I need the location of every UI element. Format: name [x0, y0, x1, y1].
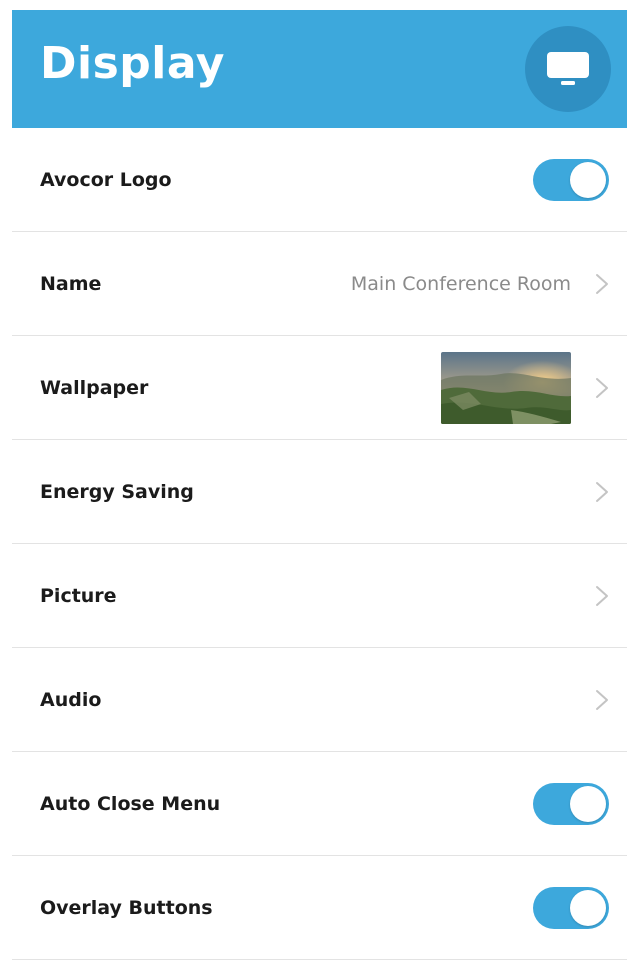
chevron-right-icon [596, 689, 608, 710]
chevron-right-icon [596, 377, 608, 398]
setting-row-avocor-logo[interactable]: Avocor Logo [12, 128, 627, 232]
setting-label: Energy Saving [40, 480, 194, 503]
overlay-buttons-toggle[interactable] [533, 886, 609, 929]
page-title: Display [40, 38, 225, 89]
setting-label: Avocor Logo [40, 168, 172, 191]
auto-close-menu-toggle[interactable] [533, 782, 609, 825]
setting-row-energy-saving[interactable]: Energy Saving [12, 440, 627, 544]
setting-row-overlay-buttons[interactable]: Overlay Buttons [12, 856, 627, 960]
setting-label: Picture [40, 584, 117, 607]
chevron-right-icon [596, 481, 608, 502]
header-bar: Display [12, 10, 627, 128]
setting-row-name[interactable]: Name Main Conference Room [12, 232, 627, 336]
setting-row-wallpaper[interactable]: Wallpaper [12, 336, 627, 440]
avocor-logo-toggle[interactable] [533, 158, 609, 201]
monitor-icon [547, 52, 589, 85]
setting-label: Overlay Buttons [40, 896, 213, 919]
setting-label: Audio [40, 688, 102, 711]
setting-label: Wallpaper [40, 376, 149, 399]
setting-row-auto-close-menu[interactable]: Auto Close Menu [12, 752, 627, 856]
display-button[interactable] [525, 26, 611, 112]
chevron-right-icon [596, 585, 608, 606]
toggle-knob [570, 161, 606, 198]
toggle-knob [570, 889, 606, 926]
setting-row-picture[interactable]: Picture [12, 544, 627, 648]
setting-label: Auto Close Menu [40, 792, 221, 815]
display-settings-panel: Display Avocor Logo Name Main Conference… [12, 10, 627, 966]
name-value: Main Conference Room [350, 272, 571, 295]
setting-row-audio[interactable]: Audio [12, 648, 627, 752]
wallpaper-thumbnail [441, 351, 571, 424]
setting-label: Name [40, 272, 102, 295]
toggle-knob [570, 785, 606, 822]
chevron-right-icon [596, 273, 608, 294]
